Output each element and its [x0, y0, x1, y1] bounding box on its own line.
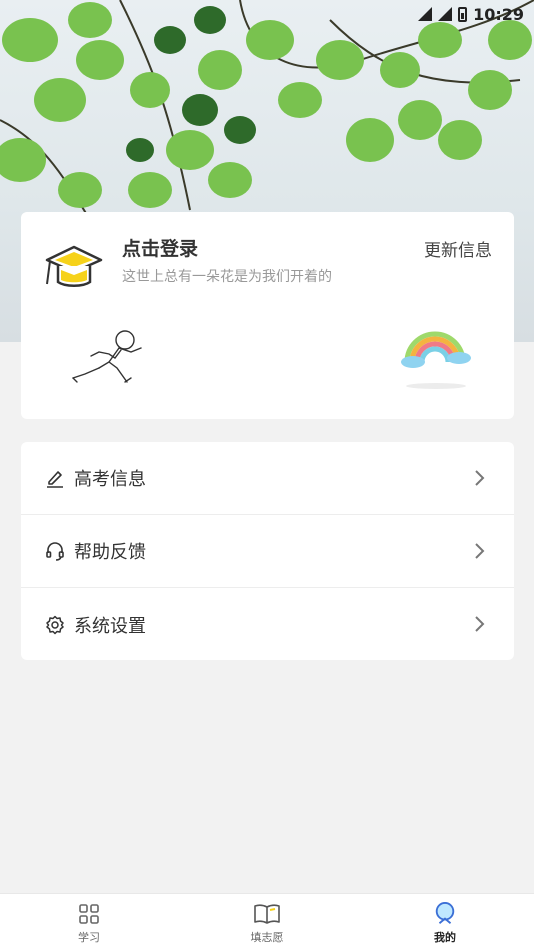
menu-item-label: 系统设置	[74, 615, 146, 637]
running-figure-illustration	[72, 330, 142, 383]
book-icon	[254, 904, 280, 924]
signal-icon	[418, 7, 433, 21]
profile-icon	[435, 902, 455, 924]
menu-item-help-feedback[interactable]: 帮助反馈	[21, 515, 514, 588]
login-title[interactable]: 点击登录	[122, 234, 198, 261]
chevron-right-icon	[475, 616, 485, 632]
nav-item-study[interactable]: 学习	[0, 894, 178, 950]
chevron-right-icon	[475, 543, 485, 559]
status-time: 10:29	[473, 4, 524, 24]
menu-item-system-settings[interactable]: 系统设置	[21, 588, 514, 660]
nav-label: 学习	[78, 931, 100, 944]
grid-icon	[79, 904, 99, 924]
bottom-navigation: 学习 填志愿 我的	[0, 893, 534, 950]
chevron-right-icon	[475, 470, 485, 486]
cellular-icon	[438, 7, 453, 21]
login-subtitle: 这世上总有一朵花是为我们开着的	[122, 269, 332, 285]
profile-card[interactable]: 点击登录 这世上总有一朵花是为我们开着的 更新信息	[21, 212, 514, 419]
menu-item-label: 高考信息	[74, 469, 146, 490]
menu-item-label: 帮助反馈	[74, 542, 146, 563]
menu-item-gaokao-info[interactable]: 高考信息	[21, 442, 514, 515]
update-info-link[interactable]: 更新信息	[424, 236, 492, 261]
nav-label: 我的	[434, 931, 456, 944]
nav-item-fill-application[interactable]: 填志愿	[178, 894, 356, 950]
battery-icon	[458, 6, 468, 22]
edit-icon	[45, 468, 65, 488]
nav-item-mine[interactable]: 我的	[356, 894, 534, 950]
gear-icon	[45, 615, 65, 635]
graduation-cap-icon	[45, 245, 103, 287]
rainbow-illustration	[401, 331, 471, 389]
menu-card: 高考信息 帮助反馈 系统设置	[21, 442, 514, 660]
headset-icon	[45, 541, 65, 561]
nav-label: 填志愿	[250, 931, 284, 944]
status-bar: 10:29	[418, 2, 524, 26]
